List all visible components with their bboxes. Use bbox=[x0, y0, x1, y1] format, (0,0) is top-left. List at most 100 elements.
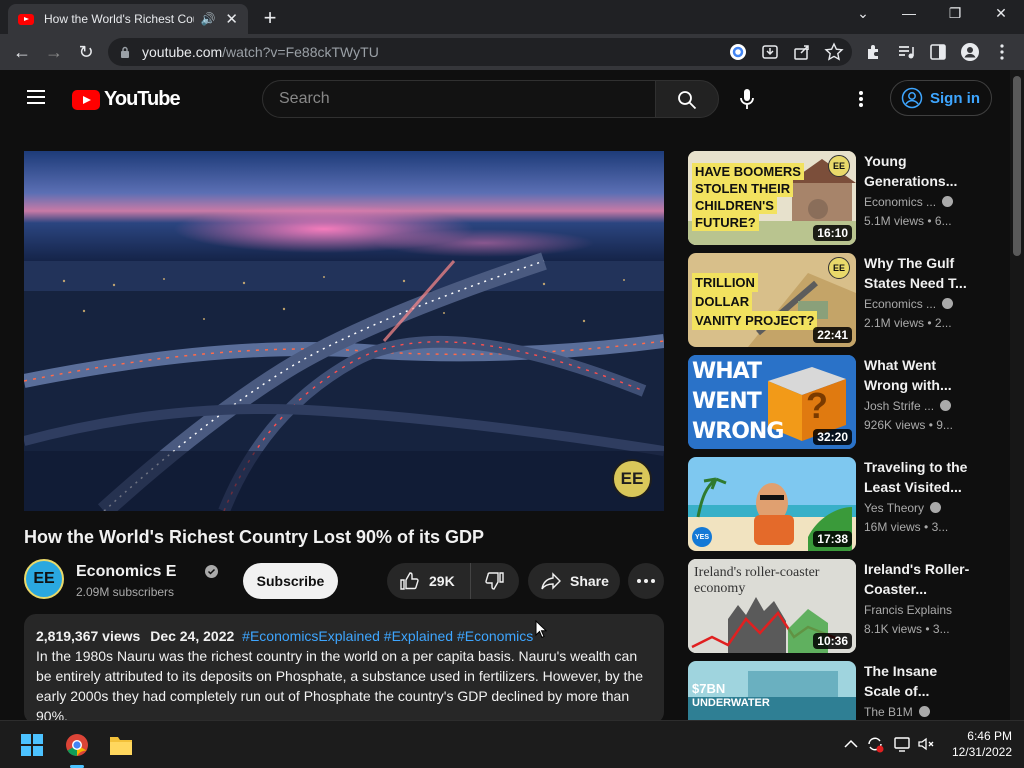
recommendation-channel-name: The B1M bbox=[864, 705, 913, 719]
side-panel-icon[interactable] bbox=[928, 42, 948, 62]
browser-tab-active[interactable]: How the World's Richest Cou 🔊 ✕ bbox=[8, 4, 248, 34]
url-path: /watch?v=Fe88ckTWyTU bbox=[222, 44, 379, 60]
more-actions-button[interactable] bbox=[628, 563, 664, 599]
recommendation-thumbnail[interactable]: YES 17:38 bbox=[688, 457, 856, 551]
network-icon[interactable] bbox=[893, 735, 911, 753]
thumb-text-line: STOLEN THEIR bbox=[692, 180, 794, 197]
recommendation-channel: The B1M bbox=[864, 705, 930, 719]
recommendation-thumbnail[interactable]: HAVE BOOMERS STOLEN THEIR CHILDREN'S FUT… bbox=[688, 151, 856, 245]
google-lens-icon[interactable] bbox=[728, 42, 748, 62]
share-button[interactable]: Share bbox=[528, 563, 620, 599]
recommendation-item[interactable]: ? WHAT WENT WRONG 32:20 What Went Wrong … bbox=[688, 355, 988, 449]
recommendation-thumbnail[interactable]: $7BN UNDERWATER bbox=[688, 661, 856, 720]
share-label: Share bbox=[570, 573, 609, 589]
volume-muted-icon[interactable] bbox=[917, 735, 935, 753]
recommendation-thumbnail[interactable]: TRILLION DOLLAR VANITY PROJECT? EE 22:41 bbox=[688, 253, 856, 347]
account-circle-icon bbox=[901, 87, 923, 109]
recommendation-title[interactable]: Traveling to the Least Visited... bbox=[864, 457, 974, 497]
channel-avatar[interactable]: EE bbox=[24, 559, 64, 599]
system-clock[interactable]: 6:46 PM 12/31/2022 bbox=[952, 728, 1012, 760]
thumb-badge: EE bbox=[828, 257, 850, 279]
thumb-text-line: CHILDREN'S bbox=[692, 197, 777, 214]
settings-more-icon[interactable] bbox=[858, 90, 864, 108]
install-app-icon[interactable] bbox=[760, 42, 780, 62]
extensions-puzzle-icon[interactable] bbox=[864, 42, 884, 62]
upload-date: Dec 24, 2022 bbox=[150, 628, 235, 644]
browser-menu-icon[interactable] bbox=[992, 42, 1012, 62]
page-scrollbar-thumb[interactable] bbox=[1013, 76, 1021, 256]
voice-search-button[interactable] bbox=[728, 80, 766, 118]
recommendation-thumbnail[interactable]: ? WHAT WENT WRONG 32:20 bbox=[688, 355, 856, 449]
youtube-logo[interactable]: YouTube bbox=[72, 88, 181, 111]
sign-in-button[interactable]: Sign in bbox=[890, 80, 992, 116]
recommendation-item[interactable]: $7BN UNDERWATER The Insane Scale of... T… bbox=[688, 661, 988, 720]
thumb-text-line: FUTURE? bbox=[692, 214, 759, 231]
share-page-icon[interactable] bbox=[792, 42, 812, 62]
logo-wordmark: YouTube bbox=[104, 88, 181, 110]
like-button[interactable]: 29K bbox=[387, 563, 471, 599]
recommendation-channel-name: Economics ... bbox=[864, 195, 937, 209]
profile-avatar-icon[interactable] bbox=[960, 42, 980, 62]
video-player[interactable]: EE bbox=[24, 151, 664, 511]
speaker-icon[interactable]: 🔊 bbox=[200, 12, 215, 26]
recommendation-title[interactable]: Ireland's Roller-Coaster... bbox=[864, 559, 974, 599]
recommendation-age: 2... bbox=[934, 316, 952, 330]
dislike-button[interactable] bbox=[471, 563, 519, 599]
channel-watermark[interactable]: EE bbox=[612, 459, 652, 499]
recommendation-channel: Economics ... bbox=[864, 195, 954, 209]
url-host: youtube.com bbox=[142, 44, 223, 60]
recommendation-views: 8.1K views • 3... bbox=[864, 622, 950, 636]
windows-taskbar bbox=[0, 720, 1024, 768]
hamburger-menu-icon[interactable] bbox=[26, 89, 46, 105]
file-explorer-icon[interactable] bbox=[109, 734, 133, 756]
video-duration: 17:38 bbox=[813, 531, 852, 547]
hashtags-link[interactable]: #EconomicsExplained #Explained #Economic… bbox=[242, 628, 533, 644]
tab-search-chevron-icon[interactable]: ⌄ bbox=[851, 5, 875, 22]
like-dislike-group: 29K bbox=[387, 563, 519, 599]
thumb-text-line: DOLLAR bbox=[692, 292, 753, 311]
forward-button[interactable]: → bbox=[42, 40, 66, 64]
browser-toolbar: ← → ↻ youtube.com/watch?v=Fe88ckTWyTU bbox=[0, 34, 1024, 70]
recommendation-title[interactable]: The Insane Scale of... bbox=[864, 661, 974, 701]
more-horizontal-icon bbox=[637, 579, 655, 583]
sync-status-icon[interactable] bbox=[866, 735, 884, 753]
youtube-masthead: YouTube Sign in bbox=[0, 70, 1010, 126]
minimize-button[interactable]: — bbox=[897, 5, 921, 21]
video-title: How the World's Richest Country Lost 90%… bbox=[24, 527, 484, 547]
search-input[interactable] bbox=[263, 81, 655, 117]
description-box[interactable]: 2,819,367 views Dec 24, 2022 #EconomicsE… bbox=[24, 614, 664, 724]
recommendation-thumbnail[interactable]: Ireland's roller-coaster economy 10:36 bbox=[688, 559, 856, 653]
recommendation-channel-name: Francis Explains bbox=[864, 603, 953, 617]
windows-start-icon[interactable] bbox=[21, 734, 43, 756]
tray-chevron-up-icon[interactable] bbox=[844, 739, 858, 749]
recommendation-item[interactable]: YES 17:38 Traveling to the Least Visited… bbox=[688, 457, 988, 551]
recommendation-item[interactable]: Ireland's roller-coaster economy 10:36 I… bbox=[688, 559, 988, 653]
new-tab-button[interactable]: + bbox=[258, 5, 282, 31]
verified-check-icon bbox=[942, 298, 954, 309]
recommendation-title[interactable]: Young Generations... bbox=[864, 151, 974, 191]
tab-close-icon[interactable]: ✕ bbox=[225, 10, 238, 28]
recommendation-item[interactable]: HAVE BOOMERS STOLEN THEIR CHILDREN'S FUT… bbox=[688, 151, 988, 245]
media-control-icon[interactable] bbox=[896, 42, 916, 62]
recommendation-age: 9... bbox=[936, 418, 953, 432]
channel-name[interactable]: Economics Expl... bbox=[76, 563, 176, 581]
search-button[interactable] bbox=[655, 80, 719, 118]
recommendation-title[interactable]: Why The Gulf States Need T... bbox=[864, 253, 974, 293]
back-button[interactable]: ← bbox=[10, 40, 34, 64]
bookmark-star-icon[interactable] bbox=[824, 42, 844, 62]
reload-button[interactable]: ↻ bbox=[74, 40, 98, 64]
subscribe-button[interactable]: Subscribe bbox=[243, 563, 338, 599]
thumbs-up-icon bbox=[400, 572, 419, 590]
recommendation-view-count: 8.1K views bbox=[864, 622, 923, 636]
watermark-text: EE bbox=[620, 469, 644, 488]
thumb-text-line: WHAT bbox=[692, 359, 762, 384]
recommendation-title[interactable]: What Went Wrong with... bbox=[864, 355, 974, 395]
window-close-button[interactable]: ✕ bbox=[989, 5, 1013, 22]
chrome-taskbar-icon[interactable] bbox=[65, 733, 89, 757]
mouse-cursor-icon bbox=[535, 620, 547, 639]
view-count: 2,819,367 views bbox=[36, 628, 141, 644]
recommendation-view-count: 926K views bbox=[864, 418, 926, 432]
recommendation-views: 926K views • 9... bbox=[864, 418, 953, 432]
recommendation-item[interactable]: TRILLION DOLLAR VANITY PROJECT? EE 22:41… bbox=[688, 253, 988, 347]
restore-button[interactable]: ❐ bbox=[943, 5, 967, 22]
